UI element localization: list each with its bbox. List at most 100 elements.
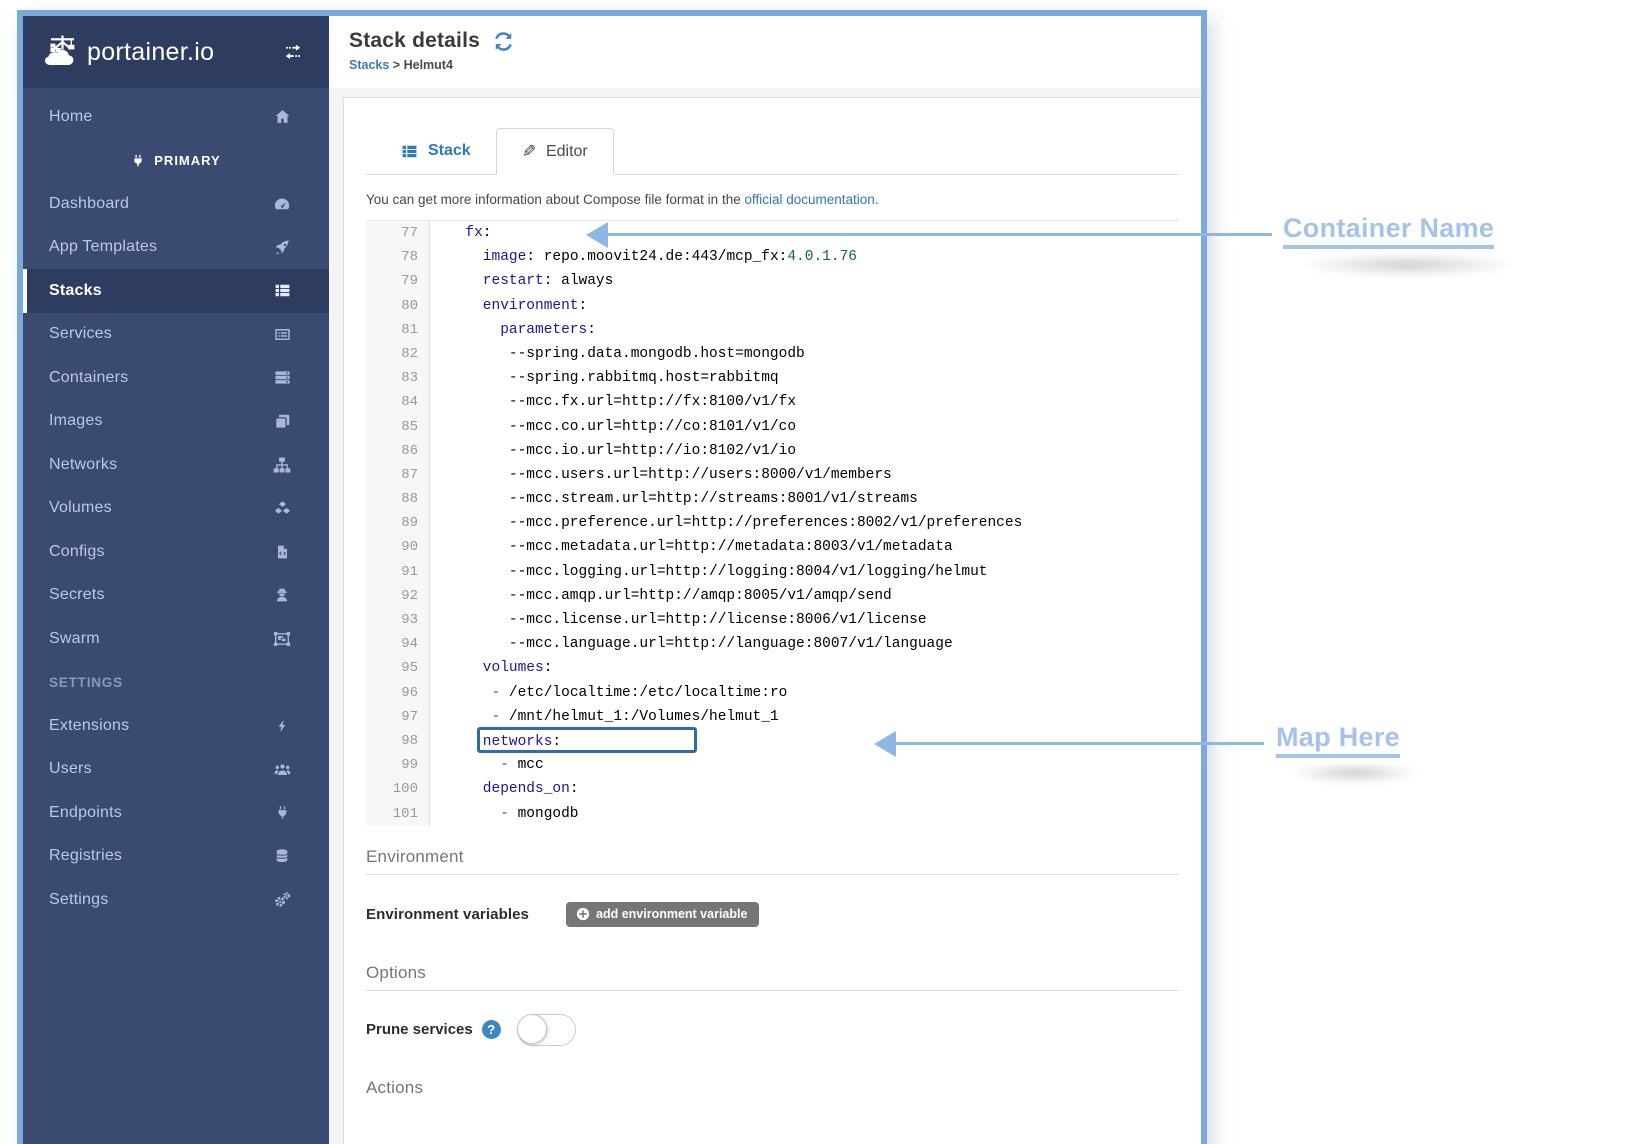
code-text: --mcc.metadata.url=http://metadata:8003/… [430,535,953,559]
code-line: 83--spring.rabbitmq.host=rabbitmq [366,366,1179,390]
sidebar-item-label: Registries [49,847,122,865]
sidebar-item-dashboard[interactable]: Dashboard [23,182,329,226]
sidebar-item-services[interactable]: Services [23,313,329,357]
code-line: 81parameters: [366,318,1179,342]
code-line: 93--mcc.license.url=http://license:8006/… [366,608,1179,632]
sidebar-item-stacks[interactable]: Stacks [23,269,329,313]
sidebar-item-home[interactable]: Home [23,95,329,139]
section-divider [366,874,1179,875]
code-line: 78image: repo.moovit24.de:443/mcp_fx:4.0… [366,245,1179,269]
add-environment-variable-button[interactable]: add environment variable [566,902,759,927]
line-number: 81 [366,318,430,342]
code-text: networks: [430,729,697,753]
page: portainer.io Home PRIMARY Dashboard App Tem… [0,0,1636,1144]
sidebar-item-label: Users [49,760,92,778]
breadcrumb-stacks-link[interactable]: Stacks [349,58,389,72]
refresh-icon[interactable] [493,31,514,52]
sidebar-item-configs[interactable]: Configs [23,530,329,574]
sidebar-item-secrets[interactable]: Secrets [23,574,329,618]
sidebar-item-label: Dashboard [49,195,129,213]
sidebar-item-label: Volumes [49,499,112,517]
code-text: environment: [430,294,587,318]
code-line: 99- mcc [366,753,1179,777]
home-icon [271,108,293,125]
compose-editor[interactable]: 77fx:78image: repo.moovit24.de:443/mcp_f… [366,220,1179,826]
sidebar-item-images[interactable]: Images [23,400,329,444]
tab-stack[interactable]: Stack [376,128,496,174]
sidebar-item-registries[interactable]: Registries [23,835,329,879]
file-code-icon [271,544,293,560]
sidebar-item-swarm[interactable]: Swarm [23,617,329,661]
line-number: 88 [366,487,430,511]
cubes-icon [271,500,293,517]
sidebar-item-networks[interactable]: Networks [23,443,329,487]
line-number: 96 [366,681,430,705]
code-line: 88--mcc.stream.url=http://streams:8001/v… [366,487,1179,511]
endpoint-selector-primary[interactable]: PRIMARY [23,139,329,183]
database-icon [271,848,293,864]
sidebar-item-volumes[interactable]: Volumes [23,487,329,531]
sidebar-item-containers[interactable]: Containers [23,356,329,400]
prune-services-label: Prune services [366,1021,473,1038]
code-text: fx: [430,221,492,245]
code-line: 85--mcc.co.url=http://co:8101/v1/co [366,415,1179,439]
code-text: image: repo.moovit24.de:443/mcp_fx:4.0.1… [430,245,857,269]
section-title-options: Options [366,963,1179,983]
line-number: 86 [366,439,430,463]
line-number: 90 [366,535,430,559]
official-documentation-link[interactable]: official documentation [744,192,874,207]
bolt-icon [271,718,293,734]
code-text: volumes: [430,656,552,680]
code-text: - /etc/localtime:/etc/localtime:ro [430,681,787,705]
tab-editor[interactable]: ✎ Editor [496,128,614,175]
list-alt-icon [271,326,293,343]
sidebar-item-label: Configs [49,543,105,561]
code-text: --spring.rabbitmq.host=rabbitmq [430,366,779,390]
line-number: 82 [366,342,430,366]
section-title-environment: Environment [366,847,1179,867]
page-title: Stack details [349,29,480,53]
code-text: --spring.data.mongodb.host=mongodb [430,342,805,366]
line-number: 93 [366,608,430,632]
code-line: 101- mongodb [366,802,1179,826]
sidebar-item-label: Home [49,108,92,126]
code-text: - mcc [430,753,544,777]
networks-highlight-box: networks: [477,727,697,753]
th-list-icon [271,282,293,299]
line-number: 78 [366,245,430,269]
exchange-endpoints-icon[interactable] [281,43,305,61]
code-text: restart: always [430,269,613,293]
code-text: --mcc.preference.url=http://preferences:… [430,511,1022,535]
section-title-actions: Actions [366,1078,1179,1098]
help-question-icon[interactable]: ? [482,1020,501,1039]
sidebar-item-extensions[interactable]: Extensions [23,704,329,748]
sitemap-icon [271,456,293,474]
environment-variables-label: Environment variables [366,906,566,923]
code-line: 89--mcc.preference.url=http://preference… [366,511,1179,535]
code-text: --mcc.license.url=http://license:8006/v1… [430,608,927,632]
sidebar-item-users[interactable]: Users [23,748,329,792]
code-line: 95volumes: [366,656,1179,680]
line-number: 98 [366,729,430,753]
sidebar-item-endpoints[interactable]: Endpoints [23,791,329,835]
line-number: 85 [366,415,430,439]
line-number: 95 [366,656,430,680]
container-name-arrow-head [586,222,608,248]
portainer-logo[interactable]: portainer.io [43,35,214,69]
code-text: - /mnt/helmut_1:/Volumes/helmut_1 [430,705,779,729]
sidebar-item-settings[interactable]: Settings [23,878,329,922]
line-number: 92 [366,584,430,608]
sidebar-item-app-templates[interactable]: App Templates [23,226,329,270]
container-name-arrow-line [606,233,1272,236]
code-line: 92--mcc.amqp.url=http://amqp:8005/v1/amq… [366,584,1179,608]
sidebar-item-label: Swarm [49,630,100,648]
plug-icon [131,153,145,168]
line-number: 89 [366,511,430,535]
main-area: Stack details Stacks > Helmut4 Stack [329,16,1201,1144]
code-text: --mcc.logging.url=http://logging:8004/v1… [430,560,987,584]
map-here-arrow-head [874,731,896,757]
prune-services-toggle[interactable] [517,1014,576,1046]
code-line: 100depends_on: [366,777,1179,801]
prune-services-row: Prune services ? [366,1014,1179,1046]
toggle-knob [517,1014,547,1044]
